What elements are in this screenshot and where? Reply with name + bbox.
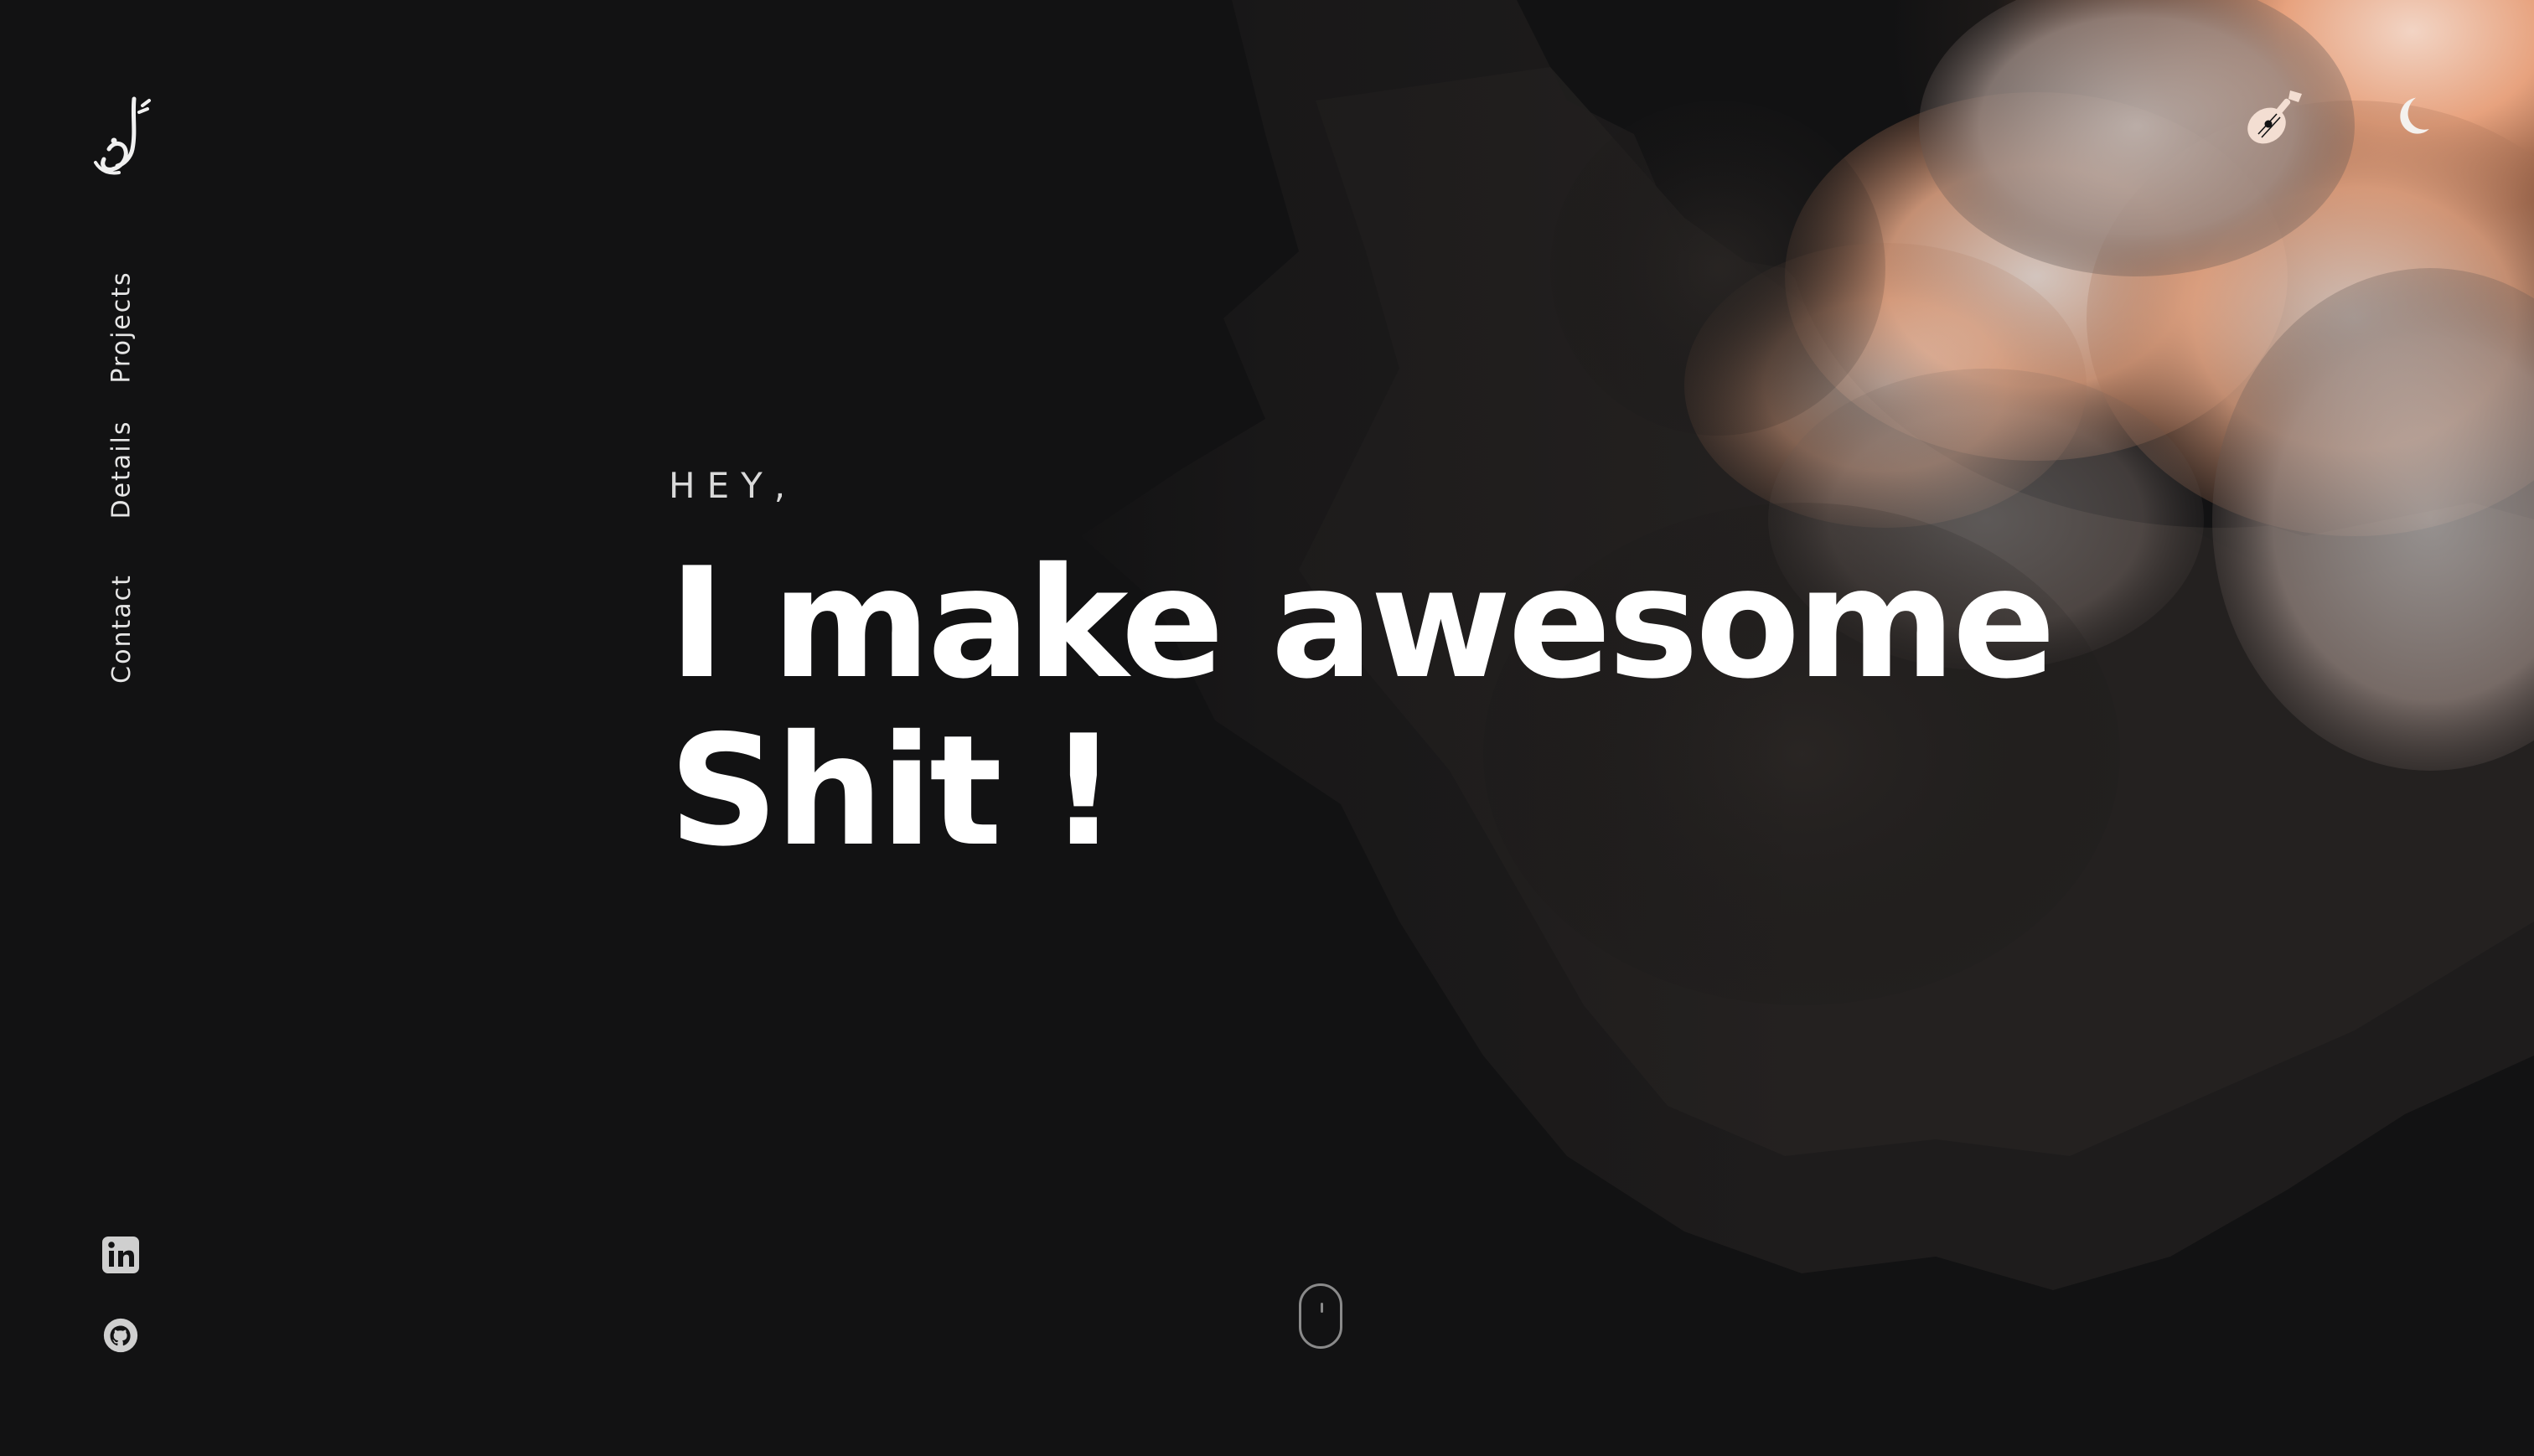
nav-contact-label: Contact (106, 573, 137, 684)
mouse-wheel (1321, 1303, 1323, 1313)
hero-headline: I make awesome Shit ! (669, 540, 2093, 875)
nav-details-label: Details (106, 419, 137, 519)
linkedin-icon (102, 1237, 139, 1273)
nav-details[interactable]: Details (84, 419, 159, 519)
hero-section: HEY, I make awesome Shit ! (669, 465, 2093, 875)
github-icon (103, 1318, 138, 1353)
nav-projects[interactable]: Projects (84, 268, 159, 385)
site-logo[interactable] (84, 90, 159, 183)
moon-icon (2400, 97, 2429, 134)
hero-headline-line-1: I make awesome (669, 534, 2056, 712)
linkedin-link[interactable] (99, 1233, 142, 1277)
nav-projects-label: Projects (106, 270, 137, 384)
github-link[interactable] (99, 1314, 142, 1357)
side-navigation: Projects Details Contact (84, 251, 159, 720)
mouse-scroll-icon[interactable] (1299, 1283, 1342, 1349)
hero-greeting: HEY, (669, 465, 798, 506)
oud-music-button[interactable] (2237, 80, 2313, 155)
page: Projects Details Contact HEY, I make awe… (0, 0, 2534, 1456)
theme-toggle-button[interactable] (2378, 80, 2454, 155)
arabic-calligraphy-logo-icon (94, 96, 151, 175)
oud-icon (2247, 90, 2302, 144)
hero-headline-line-2: Shit ! (669, 702, 1118, 880)
nav-contact[interactable]: Contact (84, 570, 159, 687)
